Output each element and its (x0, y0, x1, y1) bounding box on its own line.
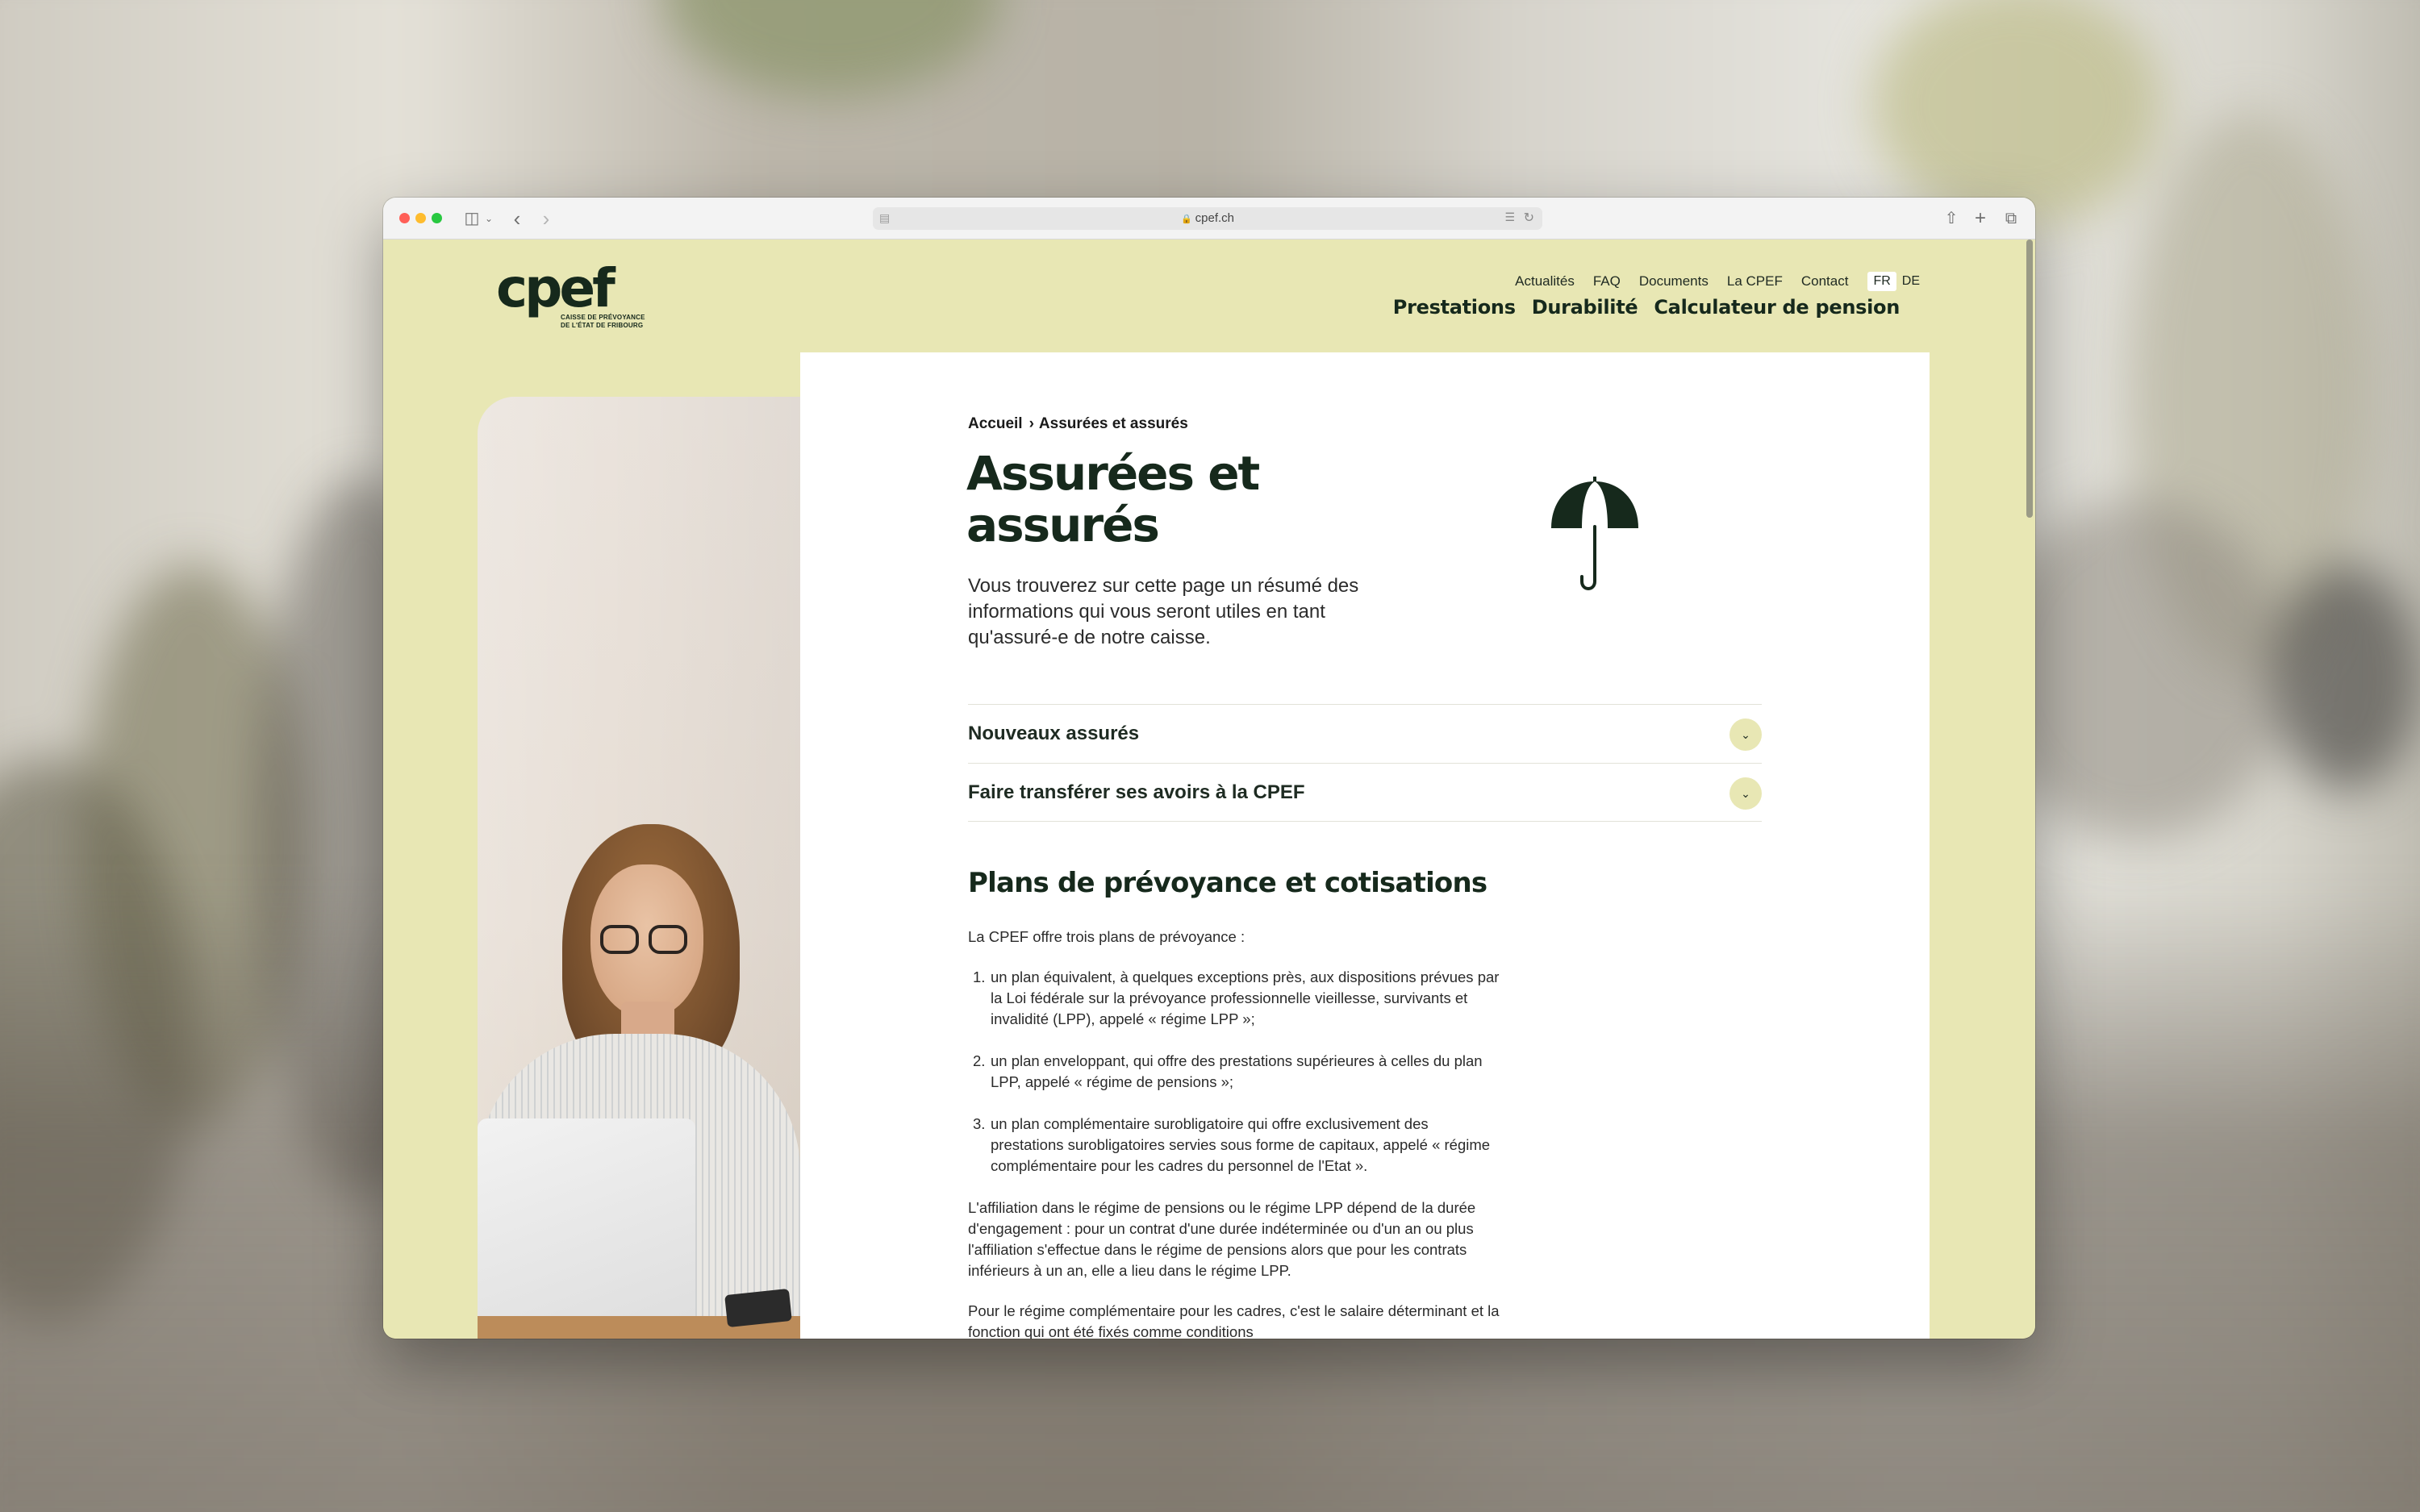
section-lead: La CPEF offre trois plans de prévoyance … (968, 928, 1245, 945)
accordion-label: Nouveaux assurés (968, 723, 1140, 744)
new-tab-icon[interactable]: + (1971, 209, 1990, 228)
zoom-window-button[interactable] (432, 213, 442, 223)
content-panel: Accueil › Assurées et assurés Assurées et … (800, 352, 1930, 1339)
main-nav: Prestations Durabilité Calculateur de pe… (1377, 296, 1901, 319)
breadcrumb-current: Assurées et assurés (1038, 415, 1188, 432)
sidebar-icon[interactable]: ◫ (462, 209, 482, 228)
main-nav-calculateur[interactable]: Calculateur de pension (1654, 296, 1900, 319)
address-bar[interactable]: ▤ 🔒 cpef.ch ☰ ↻ (873, 207, 1542, 230)
plans-list: 1. un plan équivalent, à quelques excepti… (968, 967, 1500, 1177)
main-nav-prestations[interactable]: Prestations (1393, 296, 1516, 319)
accordion: Nouveaux assurés ⌄ Faire transférer ses … (968, 704, 1762, 822)
list-item: 1. un plan équivalent, à quelques excepti… (973, 968, 1500, 1027)
umbrella-icon (1551, 477, 1638, 590)
chevron-down-icon[interactable]: ⌄ (483, 209, 494, 228)
list-item: 3. un plan complémentaire surobligatoire … (973, 1115, 1491, 1174)
nav-link-faq[interactable]: FAQ (1593, 273, 1621, 289)
back-arrow-icon[interactable]: ‹ (507, 208, 527, 229)
accordion-item-transfert-avoirs[interactable]: Faire transférer ses avoirs à la CPEF ⌄ (968, 763, 1762, 822)
chevron-down-icon[interactable]: ⌄ (1729, 777, 1762, 810)
logo-tagline: CAISSE DE PRÉVOYANCE DE L'ÉTAT DE FRIBOU… (561, 314, 645, 329)
accordion-item-nouveaux-assures[interactable]: Nouveaux assurés ⌄ (968, 704, 1762, 763)
web-page: cpef CAISSE DE PRÉVOYANCE DE L'ÉTAT DE F… (383, 240, 2035, 1339)
section-body: La CPEF offre trois plans de prévoyance … (968, 927, 1500, 1339)
url-text: cpef.ch (1195, 211, 1235, 225)
breadcrumb-separator: › (1028, 415, 1034, 432)
language-switcher: FR DE (1867, 272, 1926, 291)
chevron-down-icon[interactable]: ⌄ (1729, 719, 1762, 751)
nav-link-contact[interactable]: Contact (1801, 273, 1849, 289)
main-nav-durabilite[interactable]: Durabilité (1532, 296, 1638, 319)
nav-link-documents[interactable]: Documents (1639, 273, 1709, 289)
nav-link-actualites[interactable]: Actualités (1515, 273, 1575, 289)
language-de[interactable]: DE (1896, 272, 1926, 291)
breadcrumb: Accueil › Assurées et assurés (968, 415, 1188, 433)
accordion-label: Faire transférer ses avoirs à la CPEF (968, 781, 1305, 803)
close-window-button[interactable] (399, 213, 410, 223)
forward-arrow-icon[interactable]: › (536, 208, 556, 229)
cpef-logo[interactable]: cpef CAISSE DE PRÉVOYANCE DE L'ÉTAT DE F… (496, 257, 645, 330)
translate-icon[interactable]: ☰ (1504, 210, 1515, 224)
affiliation-paragraph: L'affiliation dans le régime de pensions… (968, 1199, 1476, 1279)
utility-nav: Actualités FAQ Documents La CPEF Contact… (1496, 272, 1926, 291)
hero-photo (478, 397, 800, 1339)
lock-icon: 🔒 (1180, 215, 1192, 224)
share-icon[interactable]: ⇧ (1942, 209, 1961, 228)
page-title: Assurées et assurés (966, 446, 1260, 552)
nav-link-la-cpef[interactable]: La CPEF (1727, 273, 1783, 289)
cadres-paragraph: Pour le régime complémentaire pour les c… (968, 1302, 1500, 1339)
scrollbar-thumb[interactable] (2026, 240, 2033, 518)
section-title: Plans de prévoyance et cotisations (968, 867, 1487, 899)
breadcrumb-home[interactable]: Accueil (968, 415, 1023, 432)
page-intro: Vous trouverez sur cette page un résumé … (968, 575, 1359, 648)
minimize-window-button[interactable] (415, 213, 426, 223)
scrollbar[interactable] (2024, 240, 2035, 1339)
tab-overview-icon[interactable]: ⧉ (2001, 209, 2021, 228)
list-item: 2. un plan enveloppant, qui offre des pre… (973, 1052, 1483, 1090)
reload-icon[interactable]: ↻ (1524, 210, 1534, 226)
browser-toolbar: ◫ ⌄ ‹ › ▤ 🔒 cpef.ch ☰ ↻ ⇧ + ⧉ (383, 198, 2035, 240)
logo-wordmark: cpef (496, 257, 615, 319)
browser-window: ◫ ⌄ ‹ › ▤ 🔒 cpef.ch ☰ ↻ ⇧ + ⧉ cpef CAISSE… (383, 198, 2035, 1339)
language-fr[interactable]: FR (1867, 272, 1896, 291)
